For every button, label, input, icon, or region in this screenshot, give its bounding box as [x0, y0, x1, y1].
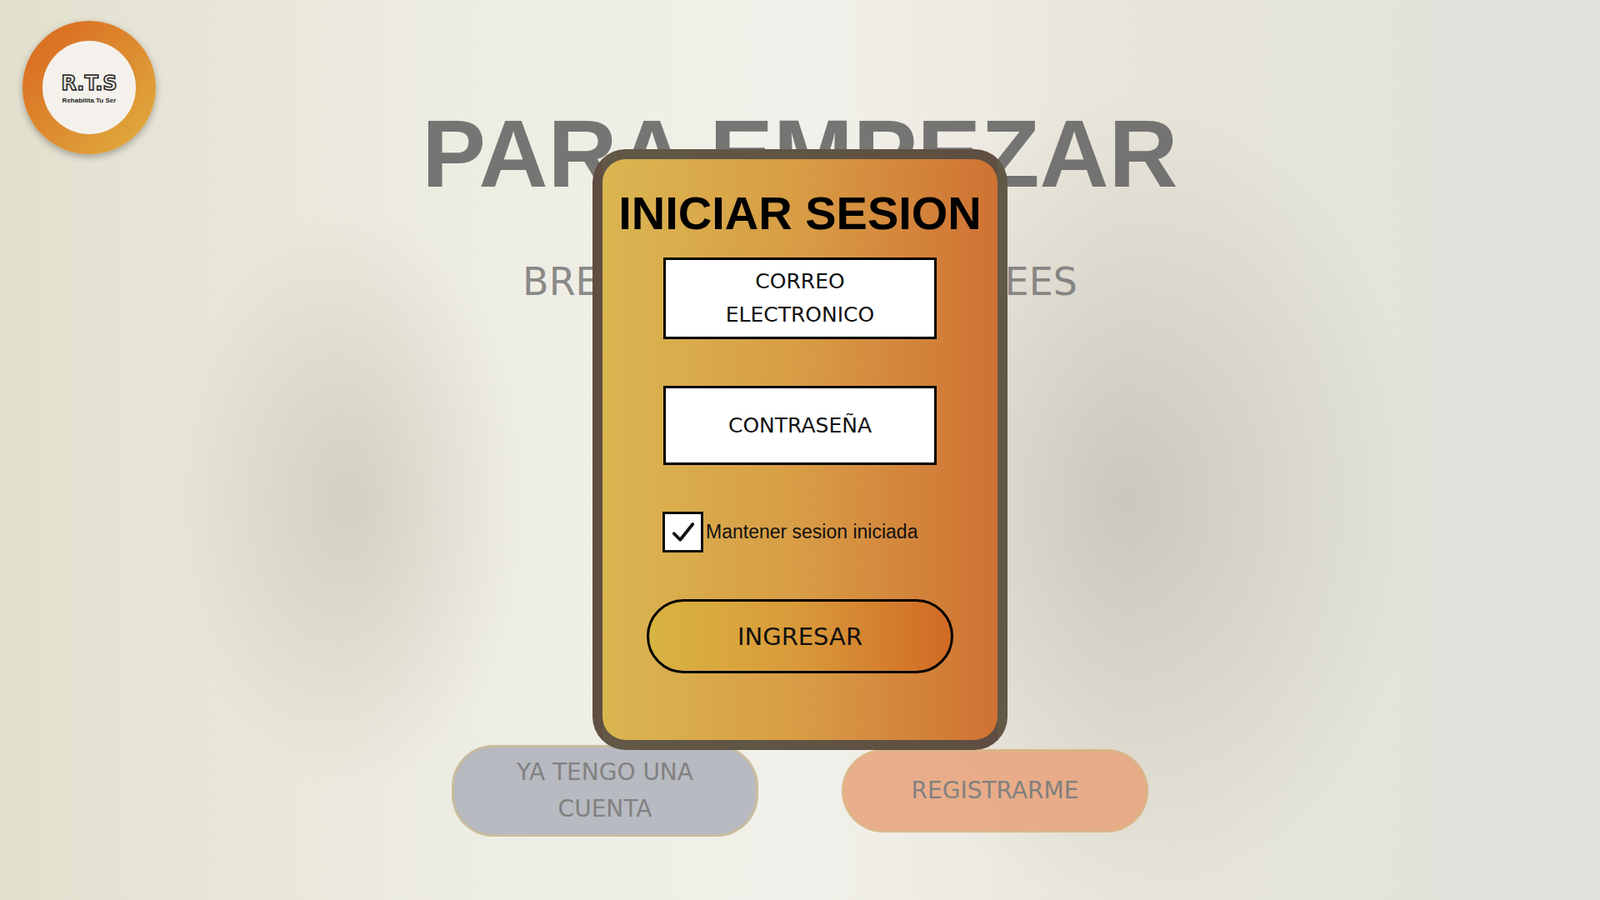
submit-button[interactable]: INGRESAR [646, 599, 954, 674]
remember-checkbox[interactable] [662, 511, 704, 553]
remember-label: Mantener sesion iniciada [705, 520, 918, 544]
dialog-title: INICIAR SESION [618, 187, 982, 240]
login-screen: PARA EMPEZARBREVNEESYA TENGO UNA CUENTAR… [0, 0, 1600, 900]
login-dialog: INICIAR SESION CORREO ELECTRONICO CONTRASE… [592, 149, 1008, 750]
background-button[interactable]: REGISTRARME [841, 749, 1149, 833]
logo-tagline: Rehabilita Tu Ser [62, 96, 117, 105]
background-buttons: YA TENGO UNA CUENTA REGISTRARME [451, 745, 1149, 837]
logo-initials: R.T.S [60, 71, 117, 95]
input-field[interactable]: CORREO ELECTRONICO [663, 257, 937, 340]
logo-inner: R.T.SRehabilita Tu Ser [42, 40, 136, 135]
logo: R.T.SRehabilita Tu Ser [22, 20, 156, 155]
remember-row[interactable]: Mantener sesion iniciada [662, 511, 938, 553]
check-icon [670, 520, 696, 545]
input-field[interactable]: CONTRASEÑA [663, 385, 937, 465]
background-button[interactable]: YA TENGO UNA CUENTA [451, 745, 759, 837]
